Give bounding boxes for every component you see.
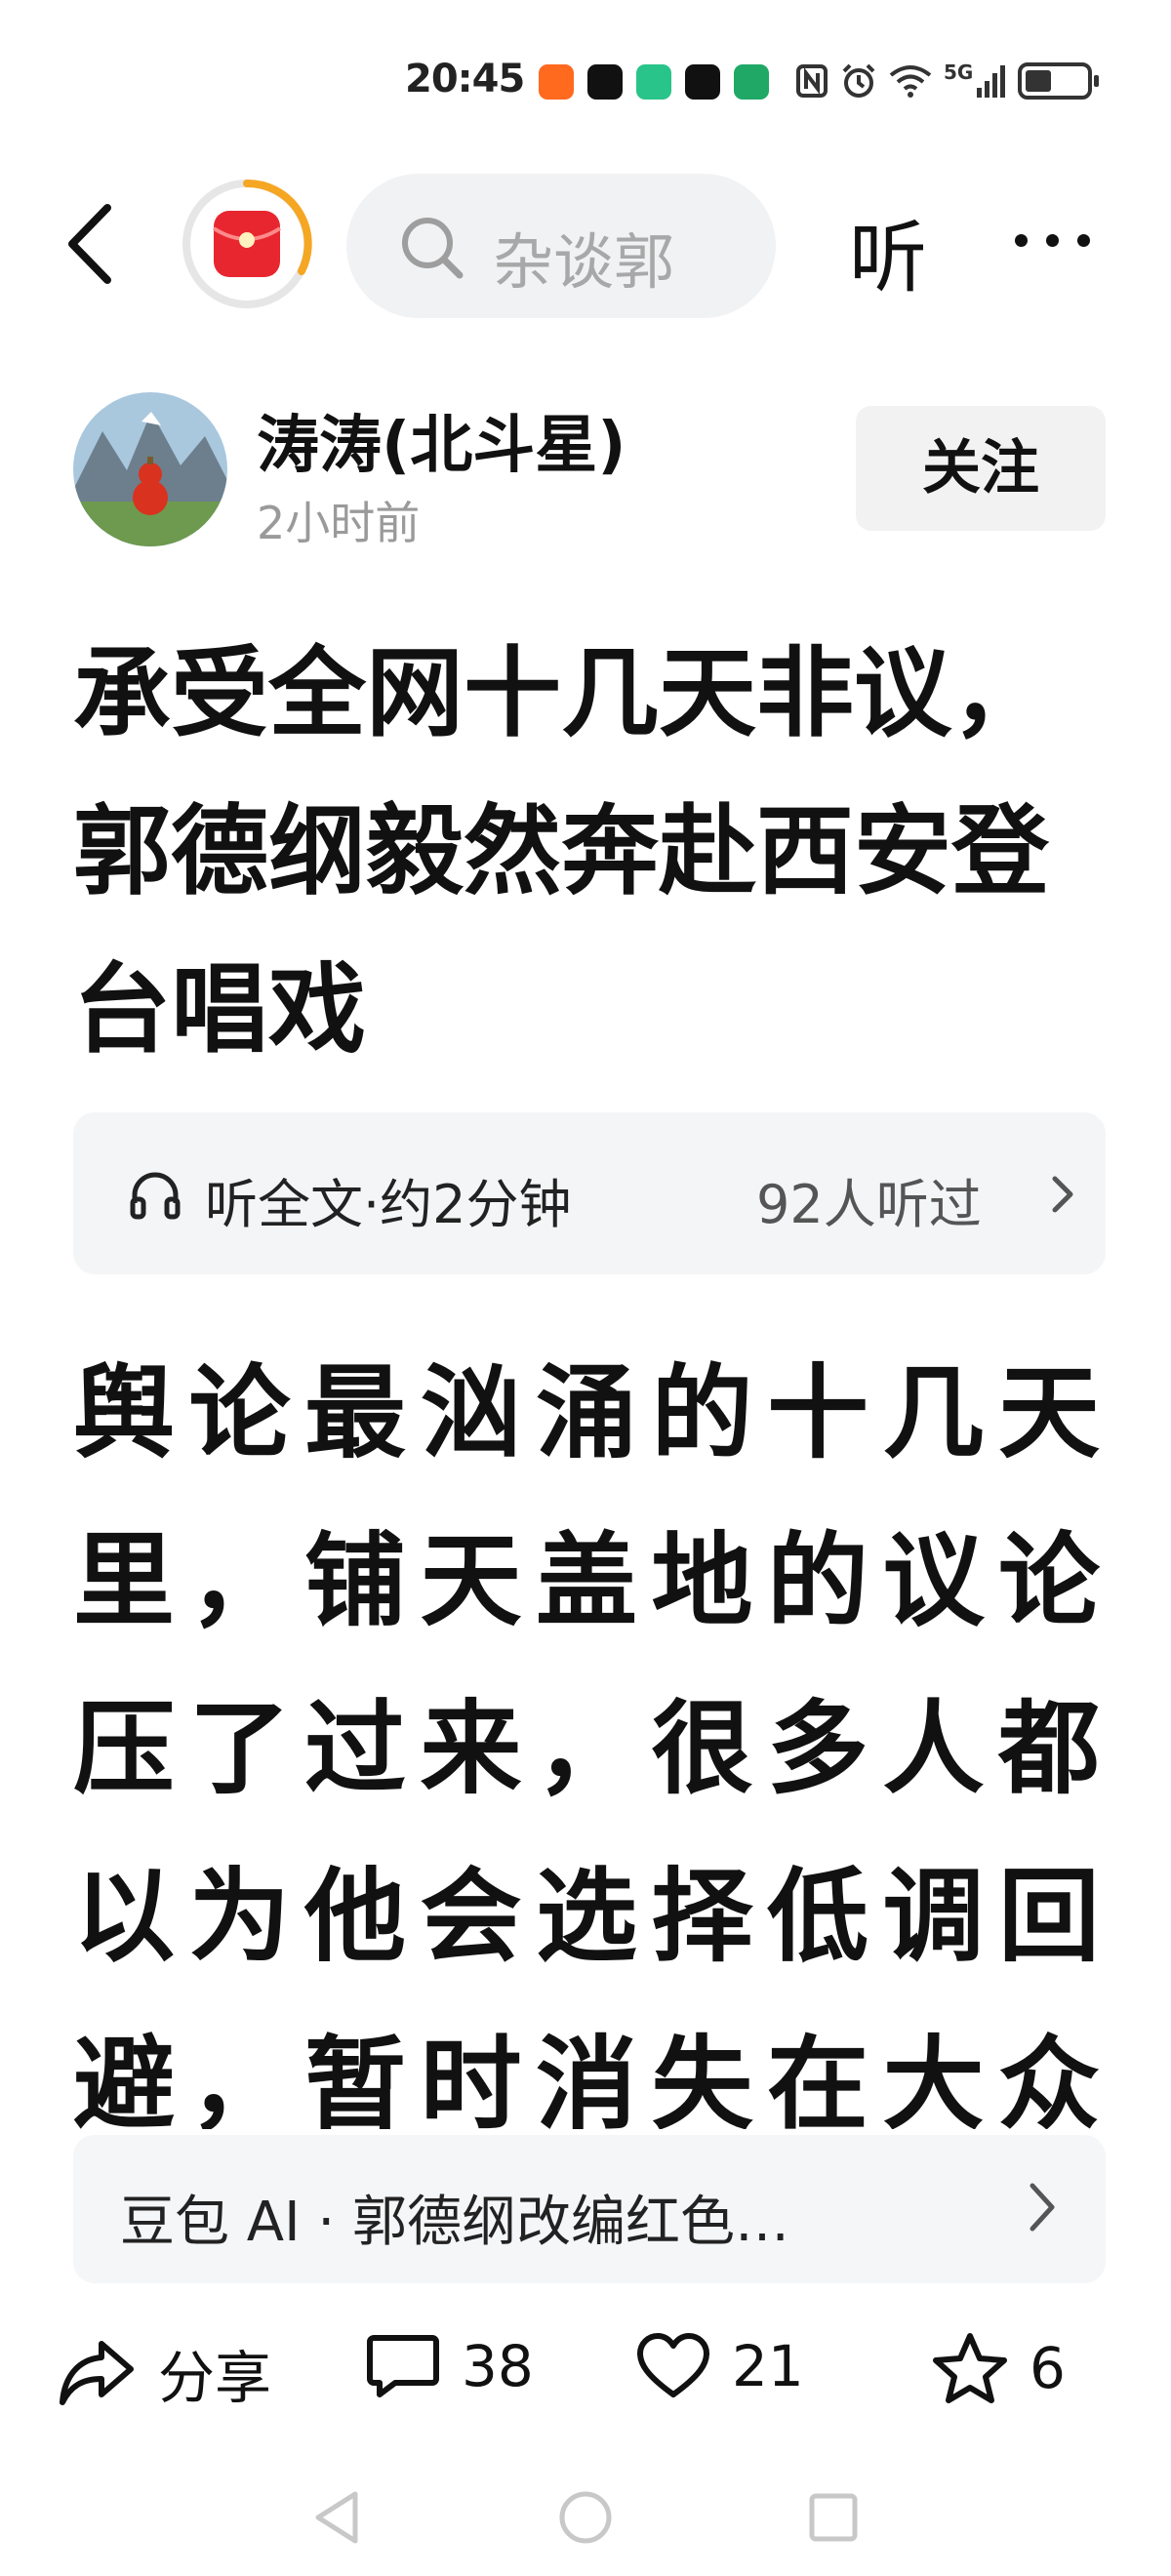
follow-button[interactable]: 关注 bbox=[856, 406, 1106, 531]
star-icon bbox=[933, 2333, 1007, 2403]
search-placeholder: 杂谈郭 bbox=[493, 226, 675, 298]
search-box[interactable]: 杂谈郭 bbox=[346, 174, 776, 318]
nfc-icon bbox=[796, 64, 828, 98]
chevron-right-icon bbox=[1052, 1176, 1073, 1213]
system-icons: 5G bbox=[795, 60, 1100, 100]
listen-full-text-bar[interactable]: 听全文·约2分钟 92人听过 bbox=[73, 1112, 1106, 1274]
favorite-count: 6 bbox=[1030, 2335, 1066, 2401]
battery-icon bbox=[1018, 62, 1100, 100]
bank-app-icon bbox=[734, 64, 769, 100]
status-time: 20:45 bbox=[405, 57, 525, 101]
listen-label: 听全文·约2分钟 bbox=[205, 1174, 572, 1235]
article-title: 承受全网十几天非议，郭德纲毅然奔赴西安登台唱戏 bbox=[73, 636, 1049, 1067]
ai-summary-card[interactable]: 豆包 AI · 郭德纲改编红色… bbox=[73, 2135, 1106, 2283]
avatar-image-icon bbox=[73, 392, 227, 546]
taobao-app-icon bbox=[539, 64, 574, 100]
action-bar: 分享 38 21 6 bbox=[0, 2322, 1171, 2430]
tiktok-lite-app-icon bbox=[685, 64, 720, 100]
article-body: 舆论最汹涌的十几天里，铺天盖地的议论压了过来，很多人都以为他会选择低调回避，暂时… bbox=[73, 1353, 1106, 2129]
search-icon bbox=[402, 218, 464, 279]
alarm-icon bbox=[842, 63, 875, 98]
back-button[interactable] bbox=[59, 200, 127, 288]
chevron-right-icon bbox=[1030, 2183, 1055, 2232]
tiktok-app-icon bbox=[587, 64, 623, 100]
headphone-icon bbox=[130, 1172, 181, 1220]
listen-button[interactable]: 听 bbox=[849, 195, 927, 308]
ai-card-text: 豆包 AI · 郭德纲改编红色… bbox=[120, 2191, 790, 2254]
red-packet-button[interactable] bbox=[181, 178, 313, 310]
nav-back-icon[interactable] bbox=[310, 2488, 365, 2547]
comment-button[interactable]: 38 bbox=[366, 2332, 534, 2400]
share-button[interactable]: 分享 bbox=[59, 2332, 271, 2414]
nav-recents-icon[interactable] bbox=[806, 2490, 861, 2545]
author-name[interactable]: 涛涛(北斗星) bbox=[257, 395, 626, 485]
status-bar: 20:45 5G bbox=[0, 0, 1171, 166]
comment-count: 38 bbox=[462, 2333, 534, 2399]
listen-count: 92人听过 bbox=[756, 1174, 982, 1235]
favorite-button[interactable]: 6 bbox=[932, 2332, 1066, 2404]
camera-app-icon bbox=[636, 64, 671, 100]
comment-icon bbox=[367, 2335, 439, 2397]
share-label: 分享 bbox=[158, 2345, 272, 2411]
network-type: 5G bbox=[944, 60, 974, 84]
more-dot-icon bbox=[1077, 234, 1090, 247]
more-button[interactable] bbox=[1015, 234, 1090, 247]
more-dot-icon bbox=[1015, 234, 1028, 247]
notification-icons bbox=[539, 64, 769, 100]
system-nav-bar bbox=[0, 2478, 1171, 2576]
post-time: 2小时前 bbox=[257, 497, 421, 549]
like-count: 21 bbox=[732, 2333, 804, 2399]
signal-icon bbox=[977, 65, 1006, 98]
share-icon bbox=[60, 2341, 134, 2405]
chevron-left-icon bbox=[68, 204, 111, 284]
nav-home-icon[interactable] bbox=[556, 2488, 615, 2547]
author-avatar[interactable] bbox=[73, 392, 227, 546]
more-dot-icon bbox=[1046, 234, 1059, 247]
heart-icon bbox=[637, 2333, 709, 2397]
red-packet-icon bbox=[182, 179, 312, 308]
like-button[interactable]: 21 bbox=[636, 2332, 804, 2400]
wifi-icon bbox=[889, 65, 932, 98]
